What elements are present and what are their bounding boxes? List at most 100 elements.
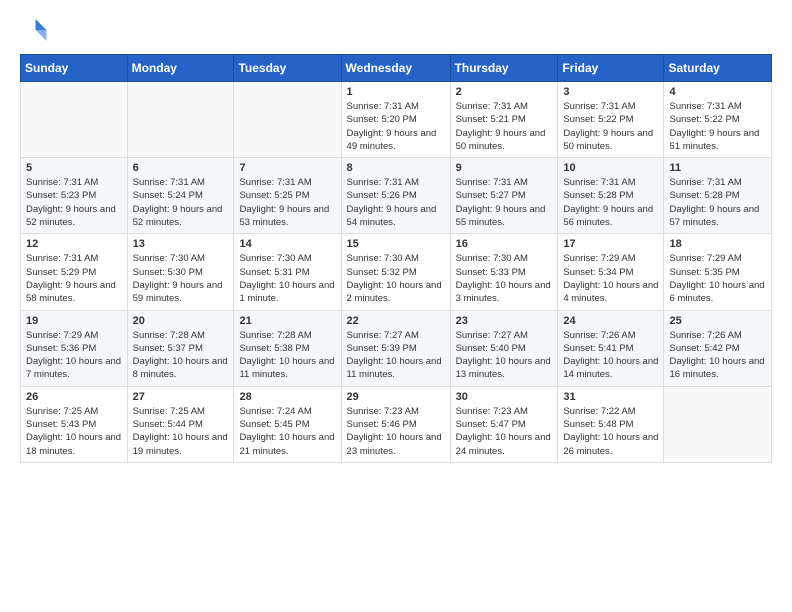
day-number: 6 [133, 162, 229, 174]
daylight-text: Daylight: 9 hours and 50 minutes. [563, 128, 653, 152]
day-number: 1 [347, 86, 445, 98]
day-info: Sunrise: 7:29 AM Sunset: 5:35 PM Dayligh… [669, 252, 766, 305]
day-number: 31 [563, 391, 658, 403]
sunset-text: Sunset: 5:45 PM [239, 419, 309, 430]
daylight-text: Daylight: 10 hours and 11 minutes. [347, 356, 442, 380]
sunrise-text: Sunrise: 7:31 AM [669, 177, 741, 188]
day-info: Sunrise: 7:28 AM Sunset: 5:38 PM Dayligh… [239, 329, 335, 382]
day-info: Sunrise: 7:31 AM Sunset: 5:26 PM Dayligh… [347, 176, 445, 229]
day-number: 23 [456, 315, 553, 327]
sunset-text: Sunset: 5:24 PM [133, 190, 203, 201]
calendar-cell: 21 Sunrise: 7:28 AM Sunset: 5:38 PM Dayl… [234, 310, 341, 386]
sunrise-text: Sunrise: 7:24 AM [239, 406, 311, 417]
calendar-cell: 4 Sunrise: 7:31 AM Sunset: 5:22 PM Dayli… [664, 82, 772, 158]
daylight-text: Daylight: 10 hours and 4 minutes. [563, 280, 658, 304]
day-info: Sunrise: 7:29 AM Sunset: 5:34 PM Dayligh… [563, 252, 658, 305]
calendar-cell: 9 Sunrise: 7:31 AM Sunset: 5:27 PM Dayli… [450, 158, 558, 234]
calendar-cell [234, 82, 341, 158]
day-number: 19 [26, 315, 122, 327]
calendar-cell: 31 Sunrise: 7:22 AM Sunset: 5:48 PM Dayl… [558, 386, 664, 462]
calendar-cell: 22 Sunrise: 7:27 AM Sunset: 5:39 PM Dayl… [341, 310, 450, 386]
column-header-saturday: Saturday [664, 55, 772, 82]
sunrise-text: Sunrise: 7:31 AM [669, 101, 741, 112]
day-info: Sunrise: 7:31 AM Sunset: 5:27 PM Dayligh… [456, 176, 553, 229]
sunset-text: Sunset: 5:36 PM [26, 343, 96, 354]
sunset-text: Sunset: 5:46 PM [347, 419, 417, 430]
calendar-cell: 30 Sunrise: 7:23 AM Sunset: 5:47 PM Dayl… [450, 386, 558, 462]
calendar-cell: 5 Sunrise: 7:31 AM Sunset: 5:23 PM Dayli… [21, 158, 128, 234]
sunrise-text: Sunrise: 7:22 AM [563, 406, 635, 417]
daylight-text: Daylight: 9 hours and 59 minutes. [133, 280, 223, 304]
calendar-cell [664, 386, 772, 462]
calendar-cell: 13 Sunrise: 7:30 AM Sunset: 5:30 PM Dayl… [127, 234, 234, 310]
sunset-text: Sunset: 5:41 PM [563, 343, 633, 354]
calendar-cell: 23 Sunrise: 7:27 AM Sunset: 5:40 PM Dayl… [450, 310, 558, 386]
sunset-text: Sunset: 5:38 PM [239, 343, 309, 354]
sunset-text: Sunset: 5:21 PM [456, 114, 526, 125]
column-header-friday: Friday [558, 55, 664, 82]
calendar-cell: 8 Sunrise: 7:31 AM Sunset: 5:26 PM Dayli… [341, 158, 450, 234]
sunrise-text: Sunrise: 7:27 AM [456, 330, 528, 341]
sunset-text: Sunset: 5:30 PM [133, 267, 203, 278]
day-number: 7 [239, 162, 335, 174]
calendar-cell: 16 Sunrise: 7:30 AM Sunset: 5:33 PM Dayl… [450, 234, 558, 310]
sunset-text: Sunset: 5:22 PM [563, 114, 633, 125]
sunrise-text: Sunrise: 7:26 AM [669, 330, 741, 341]
day-number: 22 [347, 315, 445, 327]
daylight-text: Daylight: 10 hours and 3 minutes. [456, 280, 551, 304]
day-info: Sunrise: 7:31 AM Sunset: 5:24 PM Dayligh… [133, 176, 229, 229]
calendar-cell: 24 Sunrise: 7:26 AM Sunset: 5:41 PM Dayl… [558, 310, 664, 386]
day-number: 5 [26, 162, 122, 174]
calendar-week-row: 19 Sunrise: 7:29 AM Sunset: 5:36 PM Dayl… [21, 310, 772, 386]
column-header-thursday: Thursday [450, 55, 558, 82]
day-number: 16 [456, 238, 553, 250]
column-header-tuesday: Tuesday [234, 55, 341, 82]
day-number: 26 [26, 391, 122, 403]
sunrise-text: Sunrise: 7:30 AM [347, 253, 419, 264]
daylight-text: Daylight: 10 hours and 6 minutes. [669, 280, 764, 304]
sunrise-text: Sunrise: 7:23 AM [347, 406, 419, 417]
daylight-text: Daylight: 10 hours and 8 minutes. [133, 356, 228, 380]
day-info: Sunrise: 7:31 AM Sunset: 5:22 PM Dayligh… [669, 100, 766, 153]
day-info: Sunrise: 7:23 AM Sunset: 5:47 PM Dayligh… [456, 405, 553, 458]
sunrise-text: Sunrise: 7:30 AM [456, 253, 528, 264]
day-info: Sunrise: 7:31 AM Sunset: 5:25 PM Dayligh… [239, 176, 335, 229]
sunrise-text: Sunrise: 7:31 AM [347, 101, 419, 112]
sunset-text: Sunset: 5:43 PM [26, 419, 96, 430]
daylight-text: Daylight: 9 hours and 56 minutes. [563, 204, 653, 228]
day-number: 3 [563, 86, 658, 98]
daylight-text: Daylight: 10 hours and 1 minute. [239, 280, 334, 304]
daylight-text: Daylight: 10 hours and 18 minutes. [26, 432, 121, 456]
sunset-text: Sunset: 5:33 PM [456, 267, 526, 278]
day-info: Sunrise: 7:31 AM Sunset: 5:22 PM Dayligh… [563, 100, 658, 153]
sunset-text: Sunset: 5:34 PM [563, 267, 633, 278]
day-number: 13 [133, 238, 229, 250]
daylight-text: Daylight: 9 hours and 52 minutes. [133, 204, 223, 228]
day-number: 27 [133, 391, 229, 403]
calendar-cell: 28 Sunrise: 7:24 AM Sunset: 5:45 PM Dayl… [234, 386, 341, 462]
sunrise-text: Sunrise: 7:26 AM [563, 330, 635, 341]
daylight-text: Daylight: 10 hours and 23 minutes. [347, 432, 442, 456]
sunset-text: Sunset: 5:40 PM [456, 343, 526, 354]
calendar-cell: 3 Sunrise: 7:31 AM Sunset: 5:22 PM Dayli… [558, 82, 664, 158]
calendar-cell: 26 Sunrise: 7:25 AM Sunset: 5:43 PM Dayl… [21, 386, 128, 462]
day-number: 17 [563, 238, 658, 250]
calendar-cell: 7 Sunrise: 7:31 AM Sunset: 5:25 PM Dayli… [234, 158, 341, 234]
daylight-text: Daylight: 9 hours and 54 minutes. [347, 204, 437, 228]
day-number: 30 [456, 391, 553, 403]
sunrise-text: Sunrise: 7:28 AM [239, 330, 311, 341]
sunrise-text: Sunrise: 7:29 AM [563, 253, 635, 264]
day-info: Sunrise: 7:31 AM Sunset: 5:21 PM Dayligh… [456, 100, 553, 153]
sunset-text: Sunset: 5:44 PM [133, 419, 203, 430]
calendar-table: SundayMondayTuesdayWednesdayThursdayFrid… [20, 54, 772, 463]
calendar-week-row: 5 Sunrise: 7:31 AM Sunset: 5:23 PM Dayli… [21, 158, 772, 234]
sunrise-text: Sunrise: 7:23 AM [456, 406, 528, 417]
day-info: Sunrise: 7:31 AM Sunset: 5:28 PM Dayligh… [669, 176, 766, 229]
day-info: Sunrise: 7:31 AM Sunset: 5:29 PM Dayligh… [26, 252, 122, 305]
sunrise-text: Sunrise: 7:31 AM [26, 253, 98, 264]
sunset-text: Sunset: 5:32 PM [347, 267, 417, 278]
daylight-text: Daylight: 10 hours and 14 minutes. [563, 356, 658, 380]
calendar-cell: 11 Sunrise: 7:31 AM Sunset: 5:28 PM Dayl… [664, 158, 772, 234]
sunset-text: Sunset: 5:31 PM [239, 267, 309, 278]
logo [20, 16, 52, 44]
